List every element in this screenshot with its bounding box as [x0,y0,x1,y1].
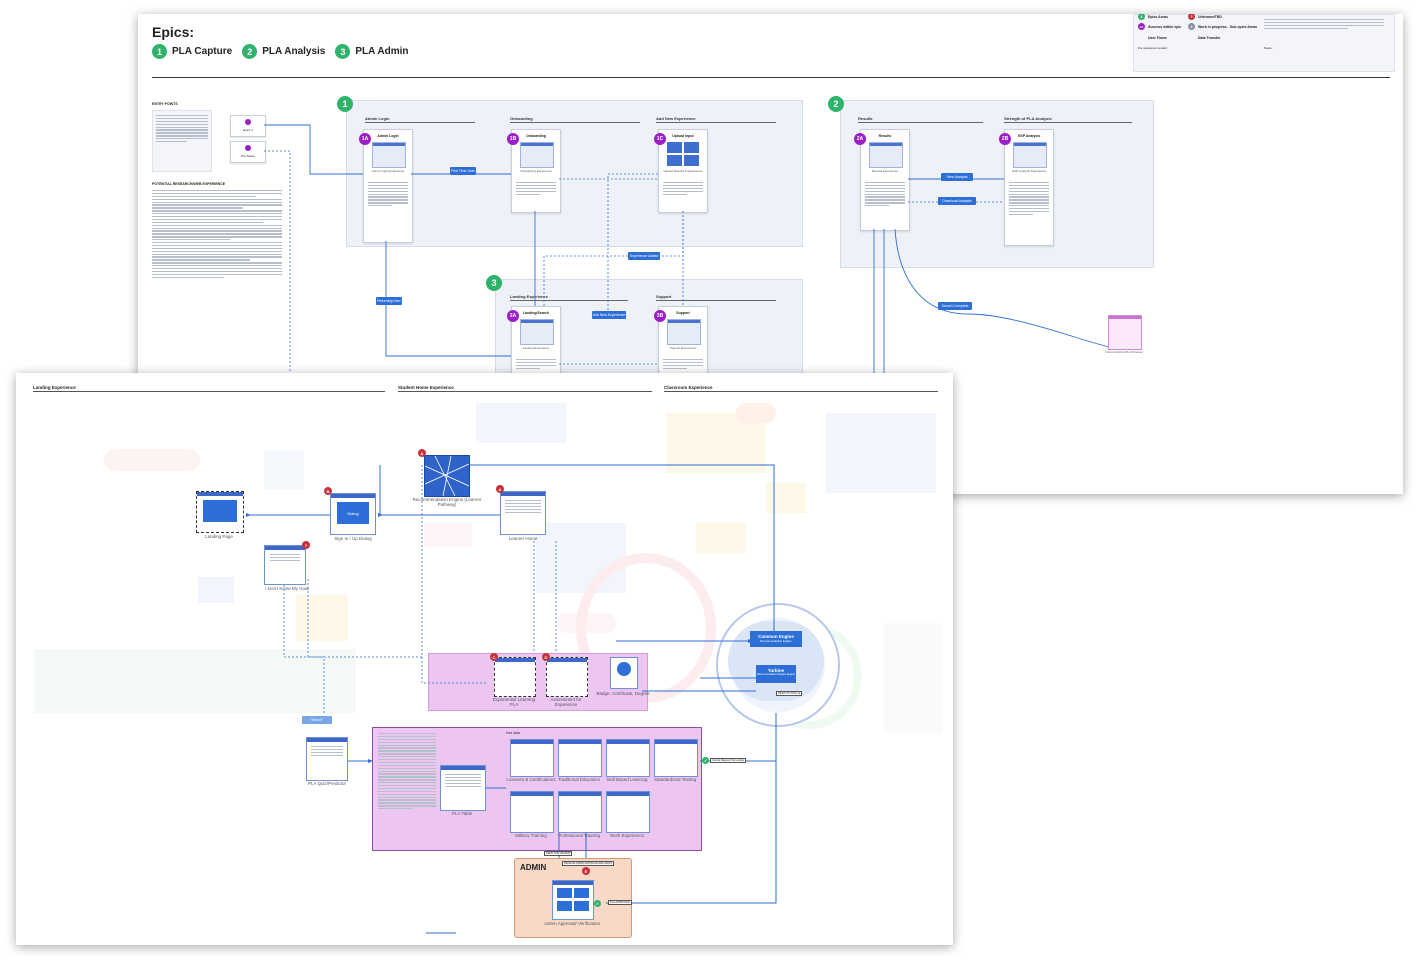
btn-download-analysis[interactable]: Download Analysis [938,197,976,205]
node-traditional[interactable] [558,739,602,777]
btn-experience-added[interactable]: Experience Added [628,252,660,260]
experiences-notes [378,733,436,811]
node-pla-quiz[interactable] [306,737,348,781]
bottom-connectors [246,464,777,934]
node-admin-approval-label: Admin Approval/ Verification [543,921,601,926]
award-icon [610,657,638,689]
node-learner-home-label: Learner Home [508,536,538,541]
node-experiential-label: Experiential Learning PLA [492,697,536,707]
external-admin-process-caption: Current Admin PLA Process [1105,350,1143,354]
badge-sign-in: B [324,487,332,495]
btn-returning-user[interactable]: Returning User [376,297,402,305]
badge-dont-know: ? [302,541,310,549]
badge-recommendation: A [418,449,426,457]
badge-learner-home: A [496,485,504,493]
badge-admin: E [582,867,590,875]
node-landing-page-label: Landing Page [205,534,233,539]
node-dont-know[interactable] [264,545,306,585]
node-sign-in-label: Sign In / Up Dialog [334,536,372,541]
badge-assessment: D [542,653,550,661]
bottom-board: Landing Experience Student Home Experien… [16,373,953,945]
node-learner-home[interactable] [500,491,546,535]
node-work-exp[interactable] [606,791,650,833]
node-experiential[interactable] [494,657,536,697]
node-pla-table-label: PLA Table [451,811,473,816]
node-standardized[interactable] [654,739,698,777]
btn-add-new-experience[interactable]: Add New Experience [592,311,626,319]
label-returned-from-admin: RECEIVE ADMIN APPROVAL/DECISION [562,861,614,866]
node-recommendation[interactable] [424,455,470,497]
check-icon-approved: ✓ [594,900,601,907]
node-badge-label: Badge, Certificate, Degree [596,691,650,696]
btn-view-analysis[interactable]: View Analysis [941,173,973,181]
node-landing-page[interactable] [196,491,244,533]
badge-experiential: C [490,653,498,661]
btn-first-time-user[interactable]: First Time User [450,167,476,175]
label-approved: PLA APPROVED [608,900,632,905]
node-recommendation-label: Recommendation Engine (Learner Pathway) [412,497,482,507]
node-licenses[interactable] [510,739,554,777]
node-pla-table[interactable] [440,765,486,811]
label-course-map: Course Mapped Via Lookup [710,758,747,763]
node-work-exp-label: Work Experience [609,833,645,838]
node-pla-quiz-label: PLA Quiz/Predictor [307,781,347,786]
node-admin-approval[interactable] [552,880,594,920]
label-send-for-review: SEND FOR REVIEW [544,851,573,856]
btn-select[interactable]: Select? [302,716,332,724]
node-sign-in-dialog: Dialog [337,502,369,524]
node-skills-based[interactable] [606,739,650,777]
node-assessment[interactable] [546,657,588,697]
node-standardized-label: Standardized Testing [654,777,696,782]
node-assessment-label: Assessment for Experience [550,697,582,707]
node-dont-know-label: I Don't Know My Goal [265,586,309,591]
label-results-with: RESULTS WITH AI [776,691,803,696]
node-professional[interactable] [558,791,602,833]
check-icon-standardized: ✓ [702,757,709,764]
node-military[interactable] [510,791,554,833]
node-sign-in[interactable]: Dialog [330,493,376,535]
external-admin-process [1108,315,1142,350]
btn-search-complete[interactable]: Search Complete [938,302,972,310]
